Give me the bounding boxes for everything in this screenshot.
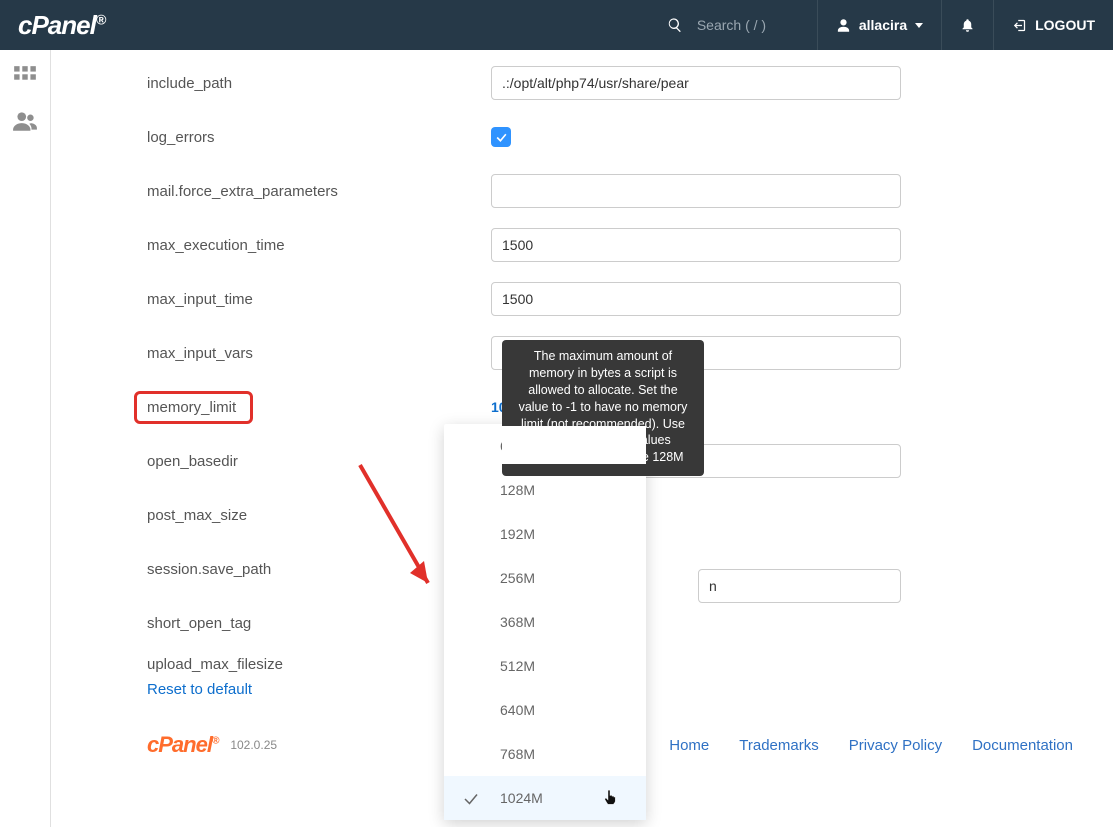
label-memory-limit: memory_limit xyxy=(134,391,253,424)
username-label: allacira xyxy=(859,17,907,33)
memory-limit-options: 64M 128M 192M 256M 368M 512M 640M 768M 1… xyxy=(444,424,646,820)
label-short-open-tag: short_open_tag xyxy=(147,615,491,632)
footer-link-trademarks[interactable]: Trademarks xyxy=(739,737,818,754)
label-log-errors: log_errors xyxy=(147,129,491,146)
option-768m[interactable]: 768M xyxy=(444,732,646,776)
input-include-path[interactable] xyxy=(491,66,901,100)
footer-link-privacy[interactable]: Privacy Policy xyxy=(849,737,942,754)
memory-limit-tooltip: The maximum amount of memory in bytes a … xyxy=(502,340,704,476)
search-input[interactable] xyxy=(693,11,803,39)
caret-down-icon xyxy=(915,23,923,28)
label-mail-force-extra: mail.force_extra_parameters xyxy=(147,183,491,200)
left-sidebar xyxy=(0,50,51,827)
check-icon xyxy=(462,790,480,811)
row-max-execution-time: max_execution_time xyxy=(51,218,1113,272)
top-header: ccPanelPanel® allacira LOGOUT xyxy=(0,0,1113,50)
user-icon xyxy=(836,18,851,33)
label-max-input-time: max_input_time xyxy=(147,291,491,308)
sidebar-item-apps[interactable] xyxy=(12,64,38,90)
user-menu[interactable]: allacira xyxy=(818,0,941,50)
header-search[interactable] xyxy=(653,11,817,39)
search-icon xyxy=(667,17,683,33)
users-icon xyxy=(12,108,38,134)
option-256m[interactable]: 256M xyxy=(444,556,646,600)
option-192m[interactable]: 192M xyxy=(444,512,646,556)
bell-icon xyxy=(960,18,975,33)
sidebar-item-users[interactable] xyxy=(12,108,38,134)
row-mail-force-extra-parameters: mail.force_extra_parameters xyxy=(51,164,1113,218)
row-max-input-time: max_input_time xyxy=(51,272,1113,326)
grid-icon xyxy=(12,64,38,90)
cursor-pointer-icon xyxy=(602,788,618,809)
footer-link-home[interactable]: Home xyxy=(669,737,709,754)
cpanel-logo[interactable]: ccPanelPanel® xyxy=(0,12,119,38)
logout-icon xyxy=(1012,18,1027,33)
footer-version: 102.0.25 xyxy=(230,738,277,752)
row-include-path: include_path xyxy=(51,56,1113,110)
footer-cpanel-logo[interactable]: cPanel® xyxy=(147,732,218,758)
annotation-arrow xyxy=(350,455,450,605)
option-512m[interactable]: 512M xyxy=(444,644,646,688)
logout-label: LOGOUT xyxy=(1035,17,1095,33)
label-upload-max-filesize: upload_max_filesize xyxy=(147,656,491,673)
label-max-execution-time: max_execution_time xyxy=(147,237,491,254)
checkbox-log-errors[interactable] xyxy=(491,127,511,147)
input-session-save-path[interactable] xyxy=(698,569,901,603)
notifications-button[interactable] xyxy=(942,0,993,50)
option-1024m[interactable]: 1024M xyxy=(444,776,646,820)
input-max-execution-time[interactable] xyxy=(491,228,901,262)
label-include-path: include_path xyxy=(147,75,491,92)
option-640m[interactable]: 640M xyxy=(444,688,646,732)
input-mail-force-extra[interactable] xyxy=(491,174,901,208)
logout-button[interactable]: LOGOUT xyxy=(994,0,1113,50)
row-log-errors: log_errors xyxy=(51,110,1113,164)
footer-link-documentation[interactable]: Documentation xyxy=(972,737,1073,754)
input-max-input-time[interactable] xyxy=(491,282,901,316)
option-368m[interactable]: 368M xyxy=(444,600,646,644)
label-max-input-vars: max_input_vars xyxy=(147,345,491,362)
reset-to-default-link[interactable]: Reset to default xyxy=(147,681,252,698)
